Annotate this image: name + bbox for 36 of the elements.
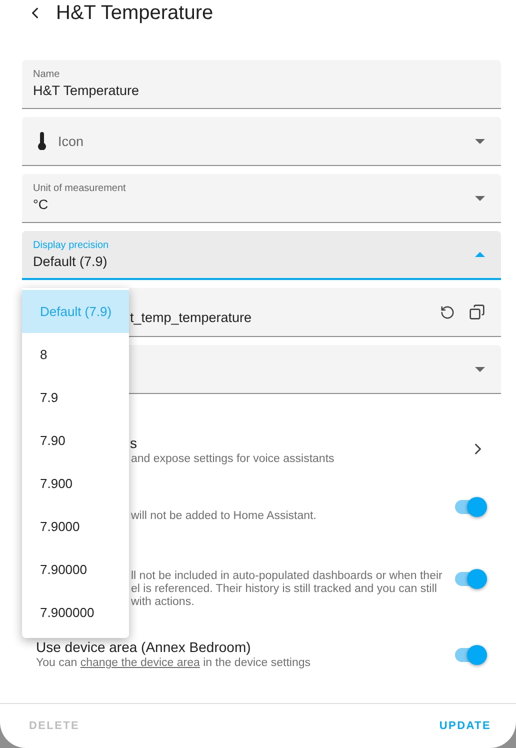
row-title: Use device area (Annex Bedroom): [36, 638, 251, 657]
field-label: Display precision: [33, 238, 110, 252]
dialog-title: H&T Temperature: [56, 2, 214, 24]
copy-icon[interactable]: [469, 304, 485, 320]
select-field[interactable]: Display precision Default (7.9): [22, 231, 501, 280]
menu-option[interactable]: 7.90000: [22, 548, 129, 591]
icon-field[interactable]: Icon: [22, 117, 501, 166]
thermometer-icon: [38, 132, 46, 150]
change-area-link[interactable]: change the device area: [80, 657, 200, 669]
toggle-switch[interactable]: [455, 500, 487, 514]
field-label: Unit of measurement: [33, 182, 127, 196]
caret-down-icon: [475, 366, 485, 372]
row-description: You can change the device area in the device settings: [36, 657, 310, 670]
row-description: and expose settings for voice assistants: [131, 452, 334, 466]
row-description: will not be added to Home Assistant.: [131, 510, 316, 523]
menu-option[interactable]: 7.900000: [22, 591, 129, 634]
field-value: t_temp_temperature: [130, 309, 252, 327]
caret-up-icon: [475, 252, 485, 257]
menu-option[interactable]: 7.9: [22, 376, 129, 419]
row-title: s: [130, 434, 137, 452]
caret-down-icon: [475, 196, 485, 200]
restore-icon[interactable]: [440, 304, 455, 320]
toggle-switch[interactable]: [455, 572, 487, 586]
menu-option[interactable]: 7.90: [22, 419, 129, 462]
field-value: °C: [33, 196, 48, 214]
toggle-switch[interactable]: [455, 648, 487, 662]
field-value: H&T Temperature: [33, 82, 140, 100]
field-placeholder: Icon: [58, 134, 85, 148]
row-description: ll not be included in auto-populated dashboards or when their el is referenced. Their history is still tracked and you can still with actions.: [131, 570, 442, 609]
menu-option[interactable]: 7.900: [22, 462, 129, 505]
select-field[interactable]: Unit of measurement °C: [22, 174, 501, 223]
caret-down-icon: [475, 138, 485, 144]
menu-option[interactable]: 7.9000: [22, 505, 129, 548]
name-field[interactable]: Name H&T Temperature: [22, 60, 501, 109]
field-value: Default (7.9): [33, 252, 108, 270]
field-label: Name: [33, 68, 61, 82]
